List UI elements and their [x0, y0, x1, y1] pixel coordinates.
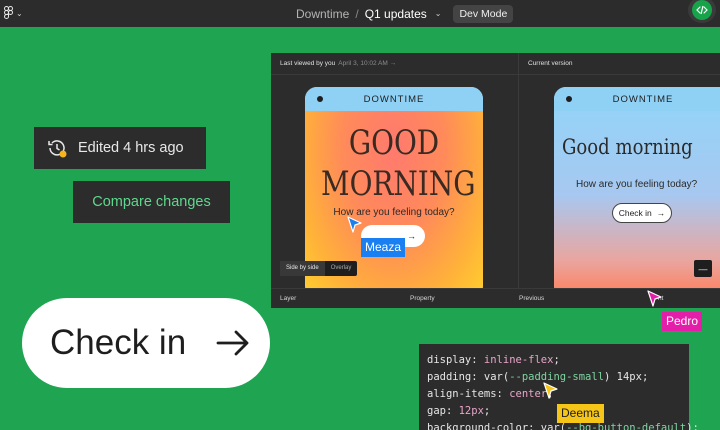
breadcrumb-separator: / [355, 6, 359, 21]
dev-mode-toggle-button[interactable] [692, 0, 712, 20]
code-line: background-color: var(--bg-button-defaul… [427, 422, 699, 430]
edited-status-text: Edited 4 hrs ago [78, 140, 184, 156]
side-by-side-option[interactable]: Side by side [280, 261, 325, 276]
cursor-meaza-label: Meaza [361, 238, 406, 257]
headline-line-2: MORNING [321, 164, 476, 204]
current-version-frame[interactable]: DOWNTIME Good morning How are you feelin… [554, 87, 720, 288]
zoom-out-button[interactable]: — [694, 260, 712, 277]
overlay-option[interactable]: Overlay [325, 261, 358, 276]
cursor-meaza-icon [347, 216, 362, 233]
headline: GOOD MORNING [321, 123, 476, 205]
camera-icon [317, 96, 323, 102]
subtitle: How are you feeling today? [333, 207, 455, 218]
column-layer: Layer [280, 295, 297, 302]
camera-icon [566, 96, 572, 102]
app-header: DOWNTIME [305, 87, 483, 111]
compare-panel-header: Last viewed by you April 3, 10:02 AM → Cu… [271, 53, 720, 75]
column-property: Property [410, 295, 435, 302]
dev-mode-badge[interactable]: Dev Mode [453, 4, 514, 23]
code-line: display: inline-flex; [427, 354, 560, 366]
app-title: DOWNTIME [612, 93, 674, 105]
current-version-title: Current version [528, 60, 573, 67]
previous-version-date: April 3, 10:02 AM → [338, 60, 397, 67]
previous-version-header[interactable]: Last viewed by you April 3, 10:02 AM → [280, 60, 396, 67]
figma-logo-icon [4, 6, 13, 19]
current-version-viewport: DOWNTIME Good morning How are you feelin… [519, 75, 720, 288]
breadcrumb-project[interactable]: Downtime [296, 7, 349, 21]
chevron-down-icon[interactable]: ⌄ [435, 9, 442, 18]
view-mode-toggle[interactable]: Side by side Overlay [280, 261, 358, 276]
arrow-right-icon [216, 330, 249, 356]
headline-line-1: GOOD [348, 123, 440, 163]
headline: Good morning [562, 135, 693, 159]
breadcrumb-file[interactable]: Q1 updates [365, 7, 427, 21]
code-icon [696, 5, 708, 15]
compare-panel: Last viewed by you April 3, 10:02 AM → Cu… [271, 53, 720, 308]
cursor-pedro-label: Pedro [662, 312, 703, 331]
arrow-right-icon: → [407, 231, 416, 241]
cursor-deema-label: Deema [557, 404, 604, 423]
edited-status-chip[interactable]: Edited 4 hrs ago [34, 127, 206, 169]
compare-changes-label: Compare changes [92, 194, 211, 210]
app-header: DOWNTIME [554, 87, 720, 111]
check-in-pill[interactable]: Check in → [612, 203, 672, 223]
compare-changes-button[interactable]: Compare changes [73, 181, 230, 223]
check-in-button[interactable]: Check in [22, 298, 270, 388]
subtitle: How are you feeling today? [576, 179, 698, 190]
cursor-deema-icon [543, 382, 558, 399]
cursor-pedro-icon [647, 290, 662, 307]
check-in-pill-label: Check in [618, 208, 652, 218]
previous-version-title: Last viewed by you [280, 60, 336, 67]
column-previous: Previous [519, 295, 545, 302]
breadcrumb: Downtime / Q1 updates ⌄ Dev Mode [296, 0, 514, 27]
app-title: DOWNTIME [363, 93, 425, 105]
arrow-right-icon: → [656, 208, 666, 218]
figma-menu[interactable]: ⌄ [4, 4, 26, 22]
chevron-down-icon: ⌄ [16, 8, 23, 18]
history-icon [48, 140, 67, 158]
check-in-label: Check in [50, 323, 187, 362]
top-bar: ⌄ Downtime / Q1 updates ⌄ Dev Mode [0, 0, 720, 27]
code-line: gap: 12px; [427, 405, 491, 417]
